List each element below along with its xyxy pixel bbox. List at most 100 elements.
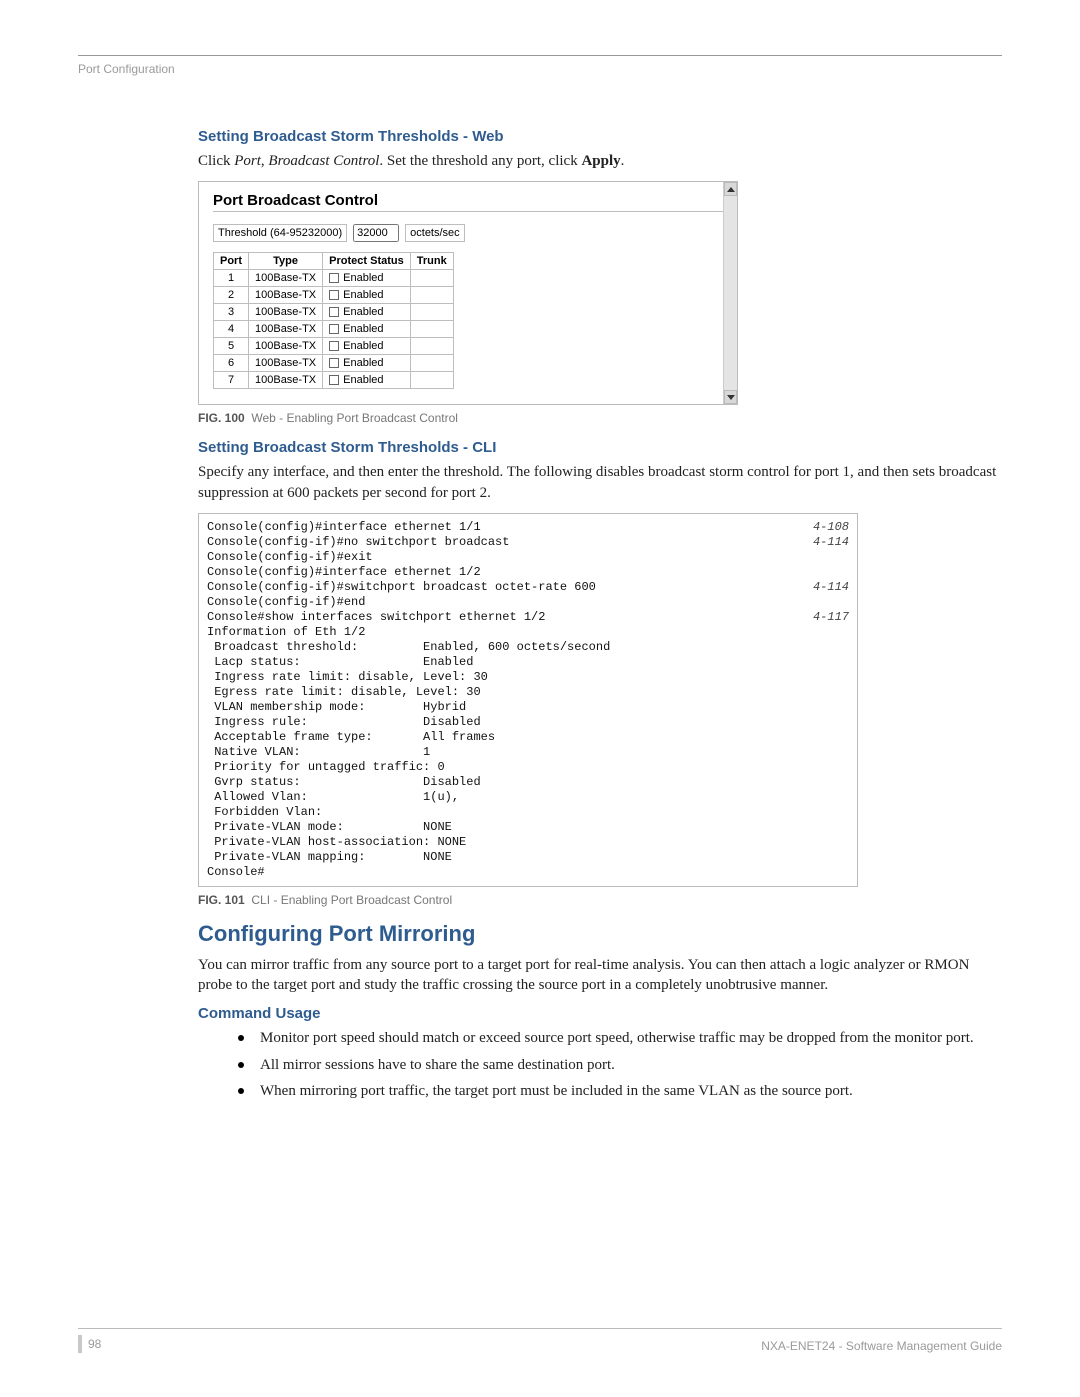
cell-type: 100Base-TX xyxy=(249,372,323,389)
cell-status: Enabled xyxy=(343,357,383,369)
page-footer: 98 NXA-ENET24 - Software Management Guid… xyxy=(78,1328,1002,1353)
cell-protect: Enabled xyxy=(323,355,411,372)
checkbox[interactable] xyxy=(329,307,339,317)
cli-line: Console(config)#interface ethernet 1/1 xyxy=(207,520,481,535)
cell-port: 5 xyxy=(214,338,249,355)
checkbox[interactable] xyxy=(329,341,339,351)
text: Click xyxy=(198,153,234,169)
cell-protect: Enabled xyxy=(323,304,411,321)
cell-status: Enabled xyxy=(343,272,383,284)
cell-protect: Enabled xyxy=(323,321,411,338)
figure-caption-1: FIG. 100 Web - Enabling Port Broadcast C… xyxy=(198,411,1002,425)
cli-line: Console(config)#interface ethernet 1/2 xyxy=(207,565,481,579)
cell-status: Enabled xyxy=(343,289,383,301)
table-row: 6100Base-TX Enabled xyxy=(214,355,454,372)
cli-line: Ingress rule: Disabled xyxy=(207,715,481,729)
cell-trunk xyxy=(410,304,453,321)
col-trunk: Trunk xyxy=(410,253,453,270)
cell-protect: Enabled xyxy=(323,287,411,304)
footer-doc-title: NXA-ENET24 - Software Management Guide xyxy=(761,1339,1002,1353)
threshold-row: Threshold (64-95232000) octets/sec xyxy=(213,224,723,242)
cell-trunk xyxy=(410,355,453,372)
cli-line: VLAN membership mode: Hybrid xyxy=(207,700,466,714)
cli-ref: 4-114 xyxy=(801,580,849,595)
checkbox[interactable] xyxy=(329,273,339,283)
cli-ref: 4-117 xyxy=(801,610,849,625)
text-emph: Port xyxy=(234,153,261,169)
cell-type: 100Base-TX xyxy=(249,304,323,321)
text: . xyxy=(621,153,625,169)
heading-web: Setting Broadcast Storm Thresholds - Web xyxy=(198,128,1002,145)
cell-status: Enabled xyxy=(343,323,383,335)
scroll-up-button[interactable] xyxy=(724,182,737,196)
cell-status: Enabled xyxy=(343,340,383,352)
heading-cli: Setting Broadcast Storm Thresholds - CLI xyxy=(198,439,1002,456)
page-number: 98 xyxy=(78,1335,101,1353)
list-item: When mirroring port traffic, the target … xyxy=(238,1081,1002,1101)
scroll-down-button[interactable] xyxy=(724,390,737,404)
cli-intro: Specify any interface, and then enter th… xyxy=(198,462,1002,503)
cli-line: Private-VLAN host-association: NONE xyxy=(207,835,466,849)
cell-trunk xyxy=(410,287,453,304)
cli-line: Console(config-if)#switchport broadcast … xyxy=(207,580,596,595)
mirroring-intro: You can mirror traffic from any source p… xyxy=(198,955,1002,996)
running-head: Port Configuration xyxy=(78,62,1002,76)
figure-label: FIG. 100 xyxy=(198,411,245,425)
chevron-up-icon xyxy=(727,187,735,192)
cell-status: Enabled xyxy=(343,306,383,318)
table-row: 1100Base-TXEnabled xyxy=(214,270,454,287)
heading-usage: Command Usage xyxy=(198,1005,1002,1022)
checkbox[interactable] xyxy=(329,290,339,300)
cli-line: Priority for untagged traffic: 0 xyxy=(207,760,445,774)
cli-line: Forbidden Vlan: xyxy=(207,805,322,819)
text-emph: Broadcast Control xyxy=(268,153,379,169)
page-number-text: 98 xyxy=(88,1337,101,1351)
cell-type: 100Base-TX xyxy=(249,355,323,372)
cli-line: Native VLAN: 1 xyxy=(207,745,430,759)
cell-protect: Enabled xyxy=(323,338,411,355)
content-column: Setting Broadcast Storm Thresholds - Web… xyxy=(198,128,1002,1101)
cli-line: Broadcast threshold: Enabled, 600 octets… xyxy=(207,640,610,654)
webui-screenshot: Port Broadcast Control Threshold (64-952… xyxy=(198,181,738,405)
figure-label: FIG. 101 xyxy=(198,893,245,907)
cli-line: Private-VLAN mapping: NONE xyxy=(207,850,452,864)
threshold-label: Threshold (64-95232000) xyxy=(213,224,347,242)
checkbox[interactable] xyxy=(329,324,339,334)
threshold-input[interactable] xyxy=(353,224,399,242)
cell-status: Enabled xyxy=(343,374,383,386)
text-bold: Apply xyxy=(581,153,620,169)
cli-line: Lacp status: Enabled xyxy=(207,655,473,669)
col-protect: Protect Status xyxy=(323,253,411,270)
checkbox[interactable] xyxy=(329,375,339,385)
page: Port Configuration Setting Broadcast Sto… xyxy=(0,0,1080,1397)
table-row: 7100Base-TX Enabled xyxy=(214,372,454,389)
checkbox[interactable] xyxy=(329,358,339,368)
figure-caption-text: CLI - Enabling Port Broadcast Control xyxy=(251,893,452,907)
cli-line: Gvrp status: Disabled xyxy=(207,775,481,789)
list-item: All mirror sessions have to share the sa… xyxy=(238,1055,1002,1075)
cli-line: Acceptable frame type: All frames xyxy=(207,730,495,744)
cli-line: Private-VLAN mode: NONE xyxy=(207,820,452,834)
cell-type: 100Base-TX xyxy=(249,321,323,338)
ports-table: Port Type Protect Status Trunk 1100Base-… xyxy=(213,252,454,389)
footer-bar-icon xyxy=(78,1335,82,1353)
cell-trunk xyxy=(410,270,453,287)
cell-port: 7 xyxy=(214,372,249,389)
cli-line: Console(config-if)#no switchport broadca… xyxy=(207,535,509,550)
cli-ref: 4-108 xyxy=(801,520,849,535)
table-header-row: Port Type Protect Status Trunk xyxy=(214,253,454,270)
cli-ref: 4-114 xyxy=(801,535,849,550)
scrollbar[interactable] xyxy=(723,182,737,404)
cell-port: 6 xyxy=(214,355,249,372)
heading-mirroring: Configuring Port Mirroring xyxy=(198,921,1002,947)
cli-output: Console(config)#interface ethernet 1/1 4-… xyxy=(198,513,858,887)
text: . Set the threshold any port, click xyxy=(379,153,581,169)
list-item: Monitor port speed should match or excee… xyxy=(238,1028,1002,1048)
cell-port: 4 xyxy=(214,321,249,338)
web-intro: Click Port, Broadcast Control. Set the t… xyxy=(198,151,1002,171)
top-rule xyxy=(78,55,1002,56)
table-row: 4100Base-TX Enabled xyxy=(214,321,454,338)
cli-line: Console# xyxy=(207,865,265,879)
cell-trunk xyxy=(410,372,453,389)
cell-protect: Enabled xyxy=(323,372,411,389)
